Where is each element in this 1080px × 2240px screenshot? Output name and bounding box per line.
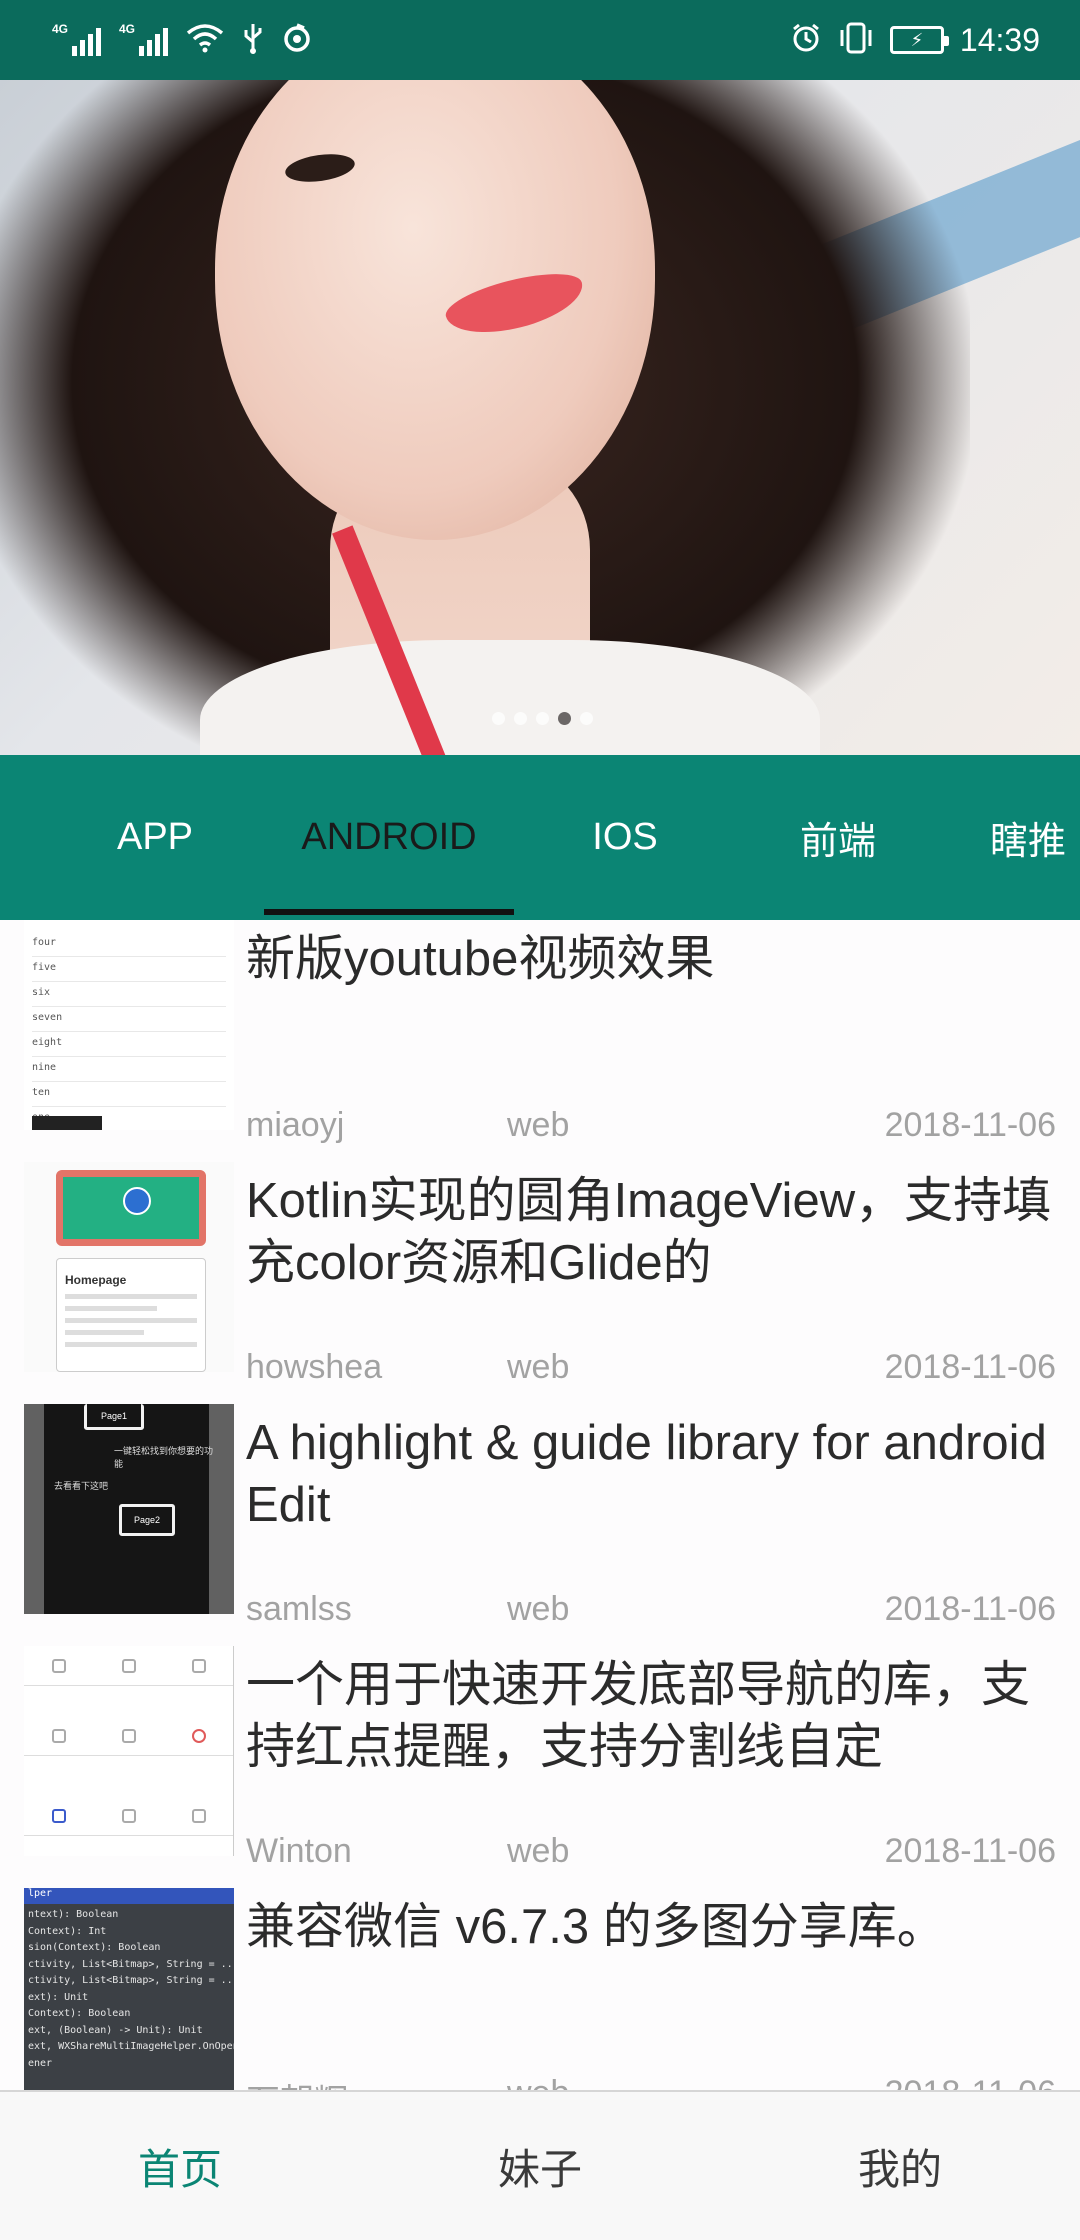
signal-icon: 4G <box>52 22 101 56</box>
article-type: web <box>507 1832 570 1870</box>
thumb-code-line: ener <box>28 2057 53 2069</box>
article-title: A highlight & guide library for android … <box>246 1416 1047 1532</box>
thumb-text: 去看看下这吧 <box>54 1481 109 1491</box>
carousel-indicator <box>0 712 1080 725</box>
status-right: ⚡ 14:39 <box>790 22 1040 59</box>
bottom-navigation: 首页 妹子 我的 <box>0 2090 1080 2240</box>
list-item[interactable]: lper ntext): Boolean Context): Int sion(Co… <box>0 1888 1080 2090</box>
nav-girls[interactable]: 妹子 <box>360 2092 720 2240</box>
thumb-code-line: Context): Boolean <box>28 2008 131 2019</box>
article-author: samlss <box>246 1590 352 1628</box>
tab-indicator <box>264 909 514 915</box>
list-item[interactable]: four five six seven eight nine ten one 新… <box>0 920 1080 1162</box>
thumb-code-line: ntext): Boolean <box>28 1909 119 1920</box>
article-meta: miaoyj web 2018-11-06 <box>246 1106 1056 1156</box>
thumb-code: ntext): Boolean Context): Int sion(Context… <box>24 1904 234 2075</box>
nav-home[interactable]: 首页 <box>0 2092 360 2240</box>
alarm-icon <box>790 22 822 59</box>
carousel-dot[interactable] <box>580 712 593 725</box>
article-meta: howshea web 2018-11-06 <box>246 1348 1056 1398</box>
thumb-text: seven <box>32 1007 226 1032</box>
banner-carousel[interactable] <box>0 80 1080 755</box>
article-list[interactable]: four five six seven eight nine ten one 新… <box>0 920 1080 2090</box>
thumb-text: six <box>32 982 226 1007</box>
thumb-text: lper <box>24 1888 234 1904</box>
thumb-text: 一键轻松找到你想要的功能 <box>114 1446 214 1469</box>
article-date: 2018-11-06 <box>884 1590 1056 1628</box>
vibrate-icon <box>838 22 874 59</box>
article-author: 石朝辉 <box>246 2074 348 2090</box>
thumb-text: ten <box>32 1082 226 1107</box>
article-type: web <box>507 1590 570 1628</box>
carousel-dot[interactable] <box>514 712 527 725</box>
thumb-text: Page2 <box>119 1504 175 1536</box>
list-item[interactable]: Page1 一键轻松找到你想要的功能 去看看下这吧 Page2 A highli… <box>0 1404 1080 1646</box>
article-meta: 石朝辉 web 2018-11-06 <box>246 2074 1056 2090</box>
tab-recommend[interactable]: 瞎推 <box>990 755 1080 920</box>
article-date: 2018-11-06 <box>884 1106 1056 1144</box>
usb-icon <box>242 22 264 59</box>
article-type: web <box>507 2074 569 2090</box>
sync-icon <box>282 22 312 58</box>
thumb-code-line: ext, WXShareMultiImageHelper.OnOpenSe <box>28 2041 234 2052</box>
battery-charging-icon: ⚡ <box>889 26 949 54</box>
thumb-code-line: ext, (Boolean) -> Unit): Unit <box>28 2024 203 2036</box>
nav-mine[interactable]: 我的 <box>720 2092 1080 2240</box>
thumb-code-line: Context): Int <box>28 1925 107 1937</box>
signal-icon: 4G <box>119 22 168 56</box>
thumb-text: Page1 <box>84 1404 144 1430</box>
status-bar: 4G 4G ⚡ 14:39 <box>0 0 1080 80</box>
article-thumbnail <box>24 1646 234 1856</box>
tab-ios[interactable]: IOS <box>540 755 710 920</box>
article-type: web <box>507 1106 570 1144</box>
carousel-dot[interactable] <box>536 712 549 725</box>
tab-frontend[interactable]: 前端 <box>753 755 923 920</box>
wifi-icon <box>186 23 224 58</box>
article-author: miaoyj <box>246 1106 345 1144</box>
article-thumbnail: Page1 一键轻松找到你想要的功能 去看看下这吧 Page2 <box>24 1404 234 1614</box>
article-thumbnail: lper ntext): Boolean Context): Int sion(Co… <box>24 1888 234 2090</box>
article-title: 一个用于快速开发底部导航的库，支持红点提醒，支持分割线自定 <box>246 1658 1031 1774</box>
category-tab-bar: APP ANDROID IOS 前端 瞎推 <box>0 755 1080 920</box>
thumb-code-line: ext): Unit <box>28 1991 89 2003</box>
thumb-text: nine <box>32 1057 226 1082</box>
clock-time: 14:39 <box>959 21 1040 58</box>
thumb-text: four <box>32 932 226 957</box>
article-title: Kotlin实现的圆角ImageView，支持填充color资源和Glide的 <box>246 1174 1052 1290</box>
article-author: Winton <box>246 1832 352 1870</box>
article-date: 2018-11-06 <box>884 1832 1056 1870</box>
thumb-text: eight <box>32 1032 226 1057</box>
carousel-dot[interactable] <box>558 712 571 725</box>
article-title: 新版youtube视频效果 <box>246 932 715 986</box>
article-date: 2018-11-06 <box>884 1348 1056 1386</box>
article-type: web <box>507 1348 570 1386</box>
list-item[interactable]: 一个用于快速开发底部导航的库，支持红点提醒，支持分割线自定 Winton web… <box>0 1646 1080 1888</box>
article-date: 2018-11-06 <box>885 2074 1056 2090</box>
article-thumbnail: Homepage <box>24 1162 234 1372</box>
thumb-code-line: ctivity, List<Bitmap>, String = ...): <box>28 1975 234 1986</box>
carousel-dot[interactable] <box>492 712 505 725</box>
list-item[interactable]: Homepage Kotlin实现的圆角ImageView，支持填充color资… <box>0 1162 1080 1404</box>
article-thumbnail: four five six seven eight nine ten one <box>24 920 234 1130</box>
article-title: 兼容微信 v6.7.3 的多图分享库。 <box>246 1900 946 1954</box>
status-left: 4G 4G <box>52 22 312 59</box>
signal-type-label: 4G <box>119 22 136 36</box>
tab-android[interactable]: ANDROID <box>264 755 514 920</box>
article-author: howshea <box>246 1348 383 1386</box>
signal-type-label: 4G <box>52 22 69 36</box>
banner-photo-garment <box>200 640 820 755</box>
thumb-code-line: ctivity, List<Bitmap>, String = ...): <box>28 1958 234 1970</box>
thumb-text: five <box>32 957 226 982</box>
thumb-code-line: sion(Context): Boolean <box>28 1942 161 1953</box>
tab-app[interactable]: APP <box>70 755 240 920</box>
article-meta: samlss web 2018-11-06 <box>246 1590 1056 1640</box>
thumb-text: Homepage <box>65 1273 127 1287</box>
article-meta: Winton web 2018-11-06 <box>246 1832 1056 1882</box>
